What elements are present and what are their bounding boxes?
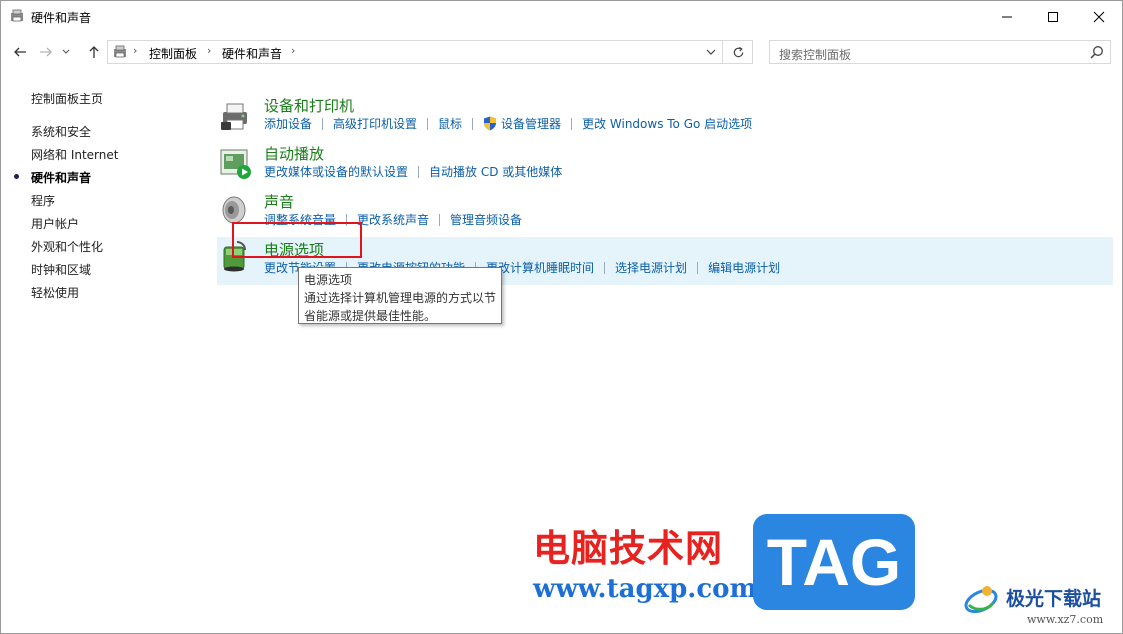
watermark-site-name: 极光下载站 xyxy=(1006,588,1102,610)
back-button[interactable] xyxy=(9,41,31,63)
minimize-button[interactable] xyxy=(984,1,1030,32)
title-bar: 硬件和声音 xyxy=(1,1,1122,32)
search-icon[interactable] xyxy=(1090,45,1104,59)
sidebar-home-link[interactable]: 控制面板主页 xyxy=(31,90,103,107)
link-windows-to-go[interactable]: 更改 Windows To Go 启动选项 xyxy=(582,115,752,132)
link-autoplay-cd[interactable]: 自动播放 CD 或其他媒体 xyxy=(429,163,562,180)
tooltip-line-2: 省能源或提供最佳性能。 xyxy=(304,309,437,323)
printer-icon xyxy=(221,103,247,130)
uac-shield-icon xyxy=(484,116,497,131)
sidebar-item-programs[interactable]: 程序 xyxy=(31,192,55,209)
sidebar-item-hardware-sound[interactable]: 硬件和声音 xyxy=(31,169,91,186)
watermark-text: 电脑技术网 xyxy=(533,527,723,570)
sidebar-item-network-internet[interactable]: 网络和 Internet xyxy=(31,146,118,163)
autoplay-icon xyxy=(220,149,251,179)
link-change-sleep-time[interactable]: 更改计算机睡眠时间 xyxy=(486,259,594,276)
link-mouse[interactable]: 鼠标 xyxy=(438,115,462,132)
minimize-icon xyxy=(1002,16,1012,17)
aurora-logo-icon xyxy=(964,586,998,614)
link-divider xyxy=(472,117,474,130)
category-title-autoplay[interactable]: 自动播放 xyxy=(264,143,324,164)
sidebar-item-clock-region[interactable]: 时钟和区域 xyxy=(31,261,91,278)
sidebar-item-user-accounts[interactable]: 用户帐户 xyxy=(31,215,79,232)
watermark-tag-logo: TAG xyxy=(753,514,915,610)
sidebar-item-system-security[interactable]: 系统和安全 xyxy=(31,123,91,140)
tooltip-title: 电源选项 xyxy=(304,273,353,287)
active-bullet-icon xyxy=(14,174,19,179)
devices-printers-links: 添加设备 高级打印机设置 鼠标 设备管理器 更改 Windows To Go 启… xyxy=(264,115,752,132)
arrow-up-icon xyxy=(89,46,99,58)
link-divider xyxy=(604,261,606,274)
refresh-button[interactable] xyxy=(728,43,748,61)
link-manage-audio-devices[interactable]: 管理音频设备 xyxy=(450,211,522,228)
link-divider xyxy=(571,117,573,130)
search-placeholder[interactable]: 搜索控制面板 xyxy=(779,46,851,63)
address-dropdown-button[interactable] xyxy=(702,43,720,61)
chevron-down-icon xyxy=(62,49,70,54)
link-change-system-sounds[interactable]: 更改系统声音 xyxy=(357,211,429,228)
breadcrumb-control-panel[interactable]: 控制面板 xyxy=(149,45,197,62)
window-title: 硬件和声音 xyxy=(31,11,92,25)
link-divider xyxy=(439,213,441,226)
category-title-devices-printers[interactable]: 设备和打印机 xyxy=(264,95,354,116)
link-divider xyxy=(697,261,699,274)
close-icon xyxy=(1093,11,1105,22)
control-panel-icon xyxy=(114,45,126,58)
link-device-manager[interactable]: 设备管理器 xyxy=(501,115,561,132)
link-divider xyxy=(322,117,324,130)
breadcrumb-separator-icon[interactable]: › xyxy=(207,44,211,57)
highlight-box xyxy=(232,222,362,258)
watermark-url: www.tagxp.com xyxy=(533,574,758,604)
refresh-icon xyxy=(733,46,743,57)
search-box[interactable]: 搜索控制面板 xyxy=(769,40,1111,64)
link-advanced-printer-setup[interactable]: 高级打印机设置 xyxy=(333,115,417,132)
tooltip-line-1: 通过选择计算机管理电源的方式以节 xyxy=(304,291,497,305)
forward-button[interactable] xyxy=(35,41,57,63)
arrow-right-icon xyxy=(40,47,52,57)
autoplay-links: 更改媒体或设备的默认设置 自动播放 CD 或其他媒体 xyxy=(264,163,562,180)
link-edit-power-plan[interactable]: 编辑电源计划 xyxy=(708,259,780,276)
sidebar-item-ease-of-access[interactable]: 轻松使用 xyxy=(31,284,79,301)
close-button[interactable] xyxy=(1076,1,1122,32)
link-divider xyxy=(427,117,429,130)
arrow-left-icon xyxy=(14,47,26,57)
control-panel-window: 硬件和声音 › 控制面板 › 硬件和声音 › 搜索控制面板 控制面板主页 系统和… xyxy=(0,0,1123,634)
link-change-media-defaults[interactable]: 更改媒体或设备的默认设置 xyxy=(264,163,408,180)
control-panel-icon xyxy=(11,9,23,22)
maximize-icon xyxy=(1048,11,1058,22)
category-title-sound[interactable]: 声音 xyxy=(264,191,294,212)
breadcrumb-separator-icon[interactable]: › xyxy=(291,44,295,57)
up-button[interactable] xyxy=(83,41,105,63)
link-add-device[interactable]: 添加设备 xyxy=(264,115,312,132)
sidebar-item-appearance[interactable]: 外观和个性化 xyxy=(31,238,103,255)
breadcrumb-hardware-sound[interactable]: 硬件和声音 xyxy=(222,45,282,62)
link-divider xyxy=(418,165,420,178)
watermark-site-url: www.xz7.com xyxy=(1027,613,1104,626)
recent-locations-button[interactable] xyxy=(59,41,73,63)
divider xyxy=(722,41,723,63)
maximize-button[interactable] xyxy=(1030,1,1076,32)
tooltip: 电源选项 通过选择计算机管理电源的方式以节 省能源或提供最佳性能。 xyxy=(298,267,502,324)
link-choose-power-plan[interactable]: 选择电源计划 xyxy=(615,259,687,276)
chevron-down-icon xyxy=(706,49,716,55)
address-bar[interactable]: › 控制面板 › 硬件和声音 › xyxy=(107,40,753,64)
breadcrumb-separator-icon[interactable]: › xyxy=(133,44,137,57)
